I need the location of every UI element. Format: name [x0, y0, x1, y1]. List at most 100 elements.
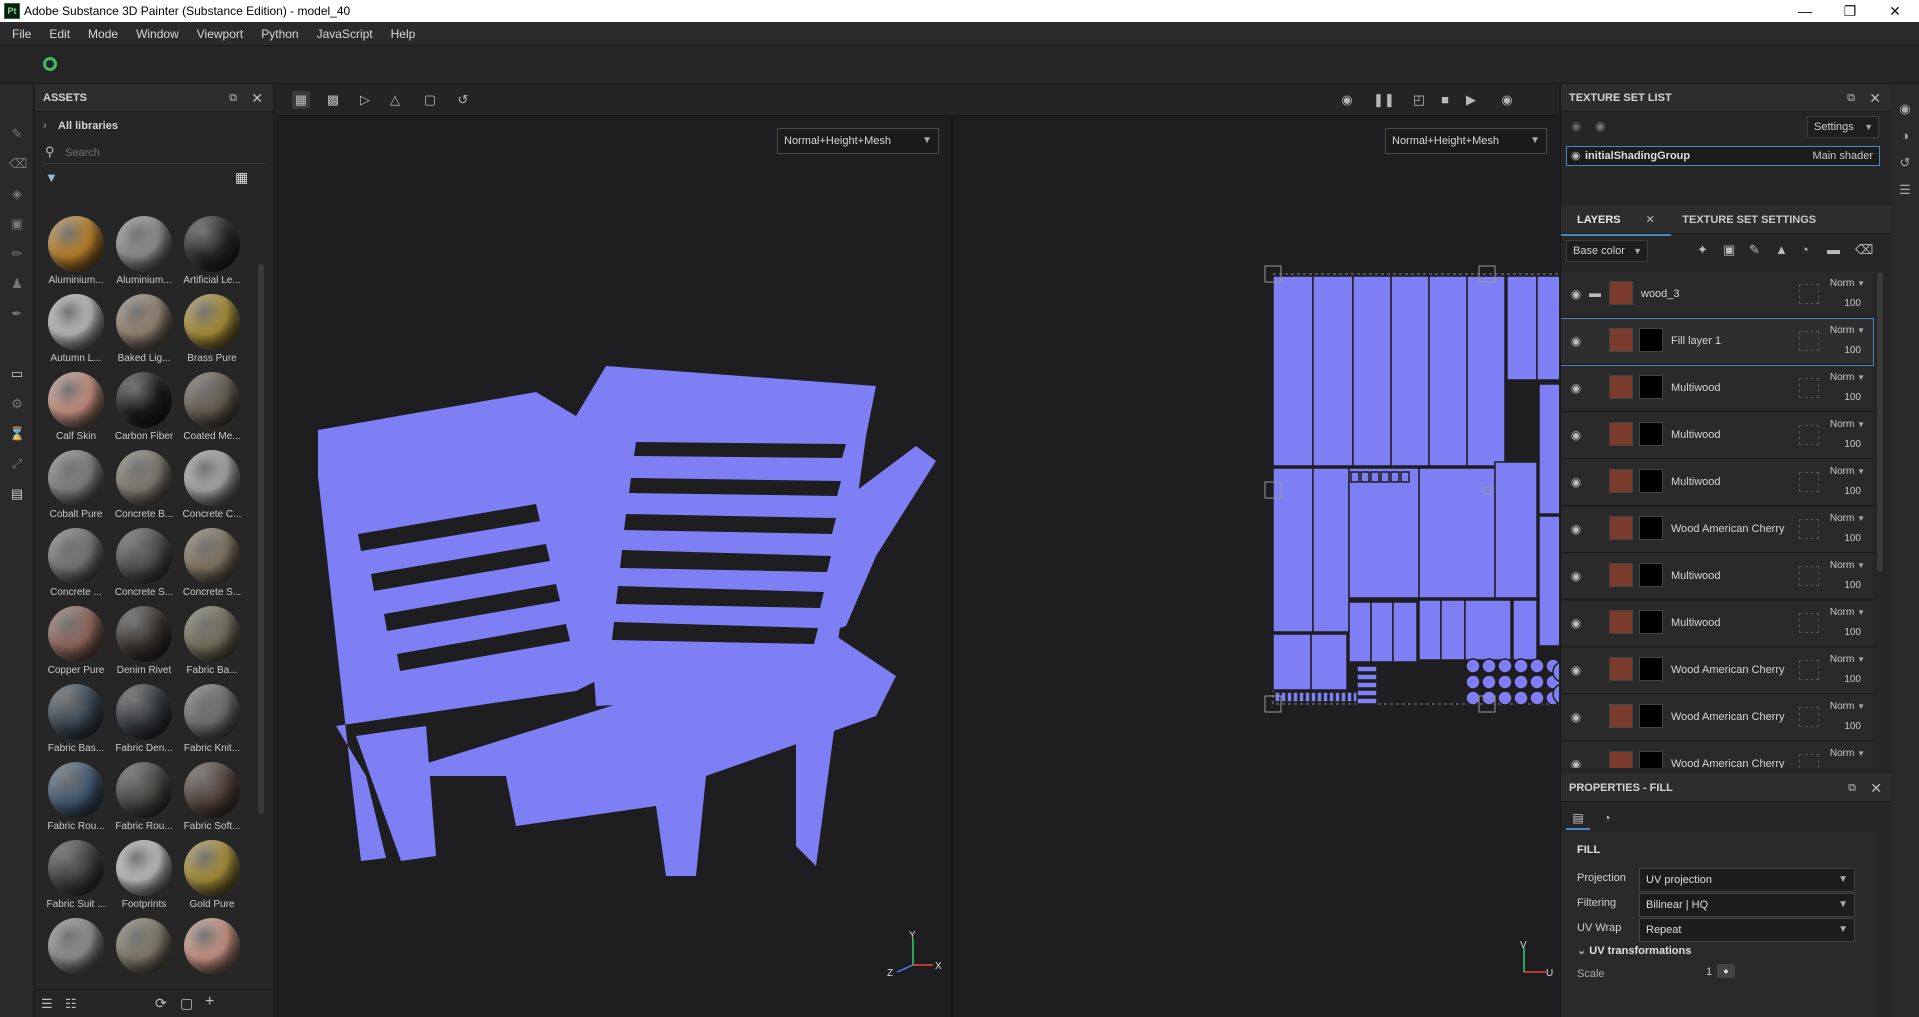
menu-edit[interactable]: Edit — [40, 22, 79, 46]
settings-select[interactable]: Settings ▼ — [1807, 116, 1879, 138]
layer-mask-slot[interactable] — [1799, 707, 1819, 727]
visibility-eye-icon[interactable]: ◉ — [1569, 428, 1583, 442]
asset-tile[interactable]: Carbon Fiber — [111, 372, 177, 450]
screenshot-icon[interactable]: ◉ — [1498, 91, 1516, 109]
mirror-y-icon[interactable]: △ — [386, 91, 404, 109]
material-tab-icon[interactable]: ◔ — [1595, 806, 1619, 830]
asset-tile[interactable]: Baked Lig... — [111, 294, 177, 372]
magic-wand-icon[interactable]: ✦ — [1697, 242, 1708, 258]
layer-row[interactable]: ◉ Multiwood Norm ▼ 100 — [1561, 413, 1873, 459]
view-uv[interactable] — [953, 116, 1559, 1017]
blend-mode-select[interactable]: Norm ▼ — [1830, 654, 1865, 665]
add-mask-icon[interactable]: ◔ — [1801, 242, 1809, 257]
visibility-eye-icon[interactable]: ◉ — [1569, 334, 1583, 348]
asset-tile[interactable]: Copper Pure — [43, 606, 109, 684]
layer-row[interactable]: ◉ Wood American Cherry Norm ▼ — [1561, 742, 1873, 768]
opacity-value[interactable]: 100 — [1844, 721, 1861, 732]
scale-value[interactable]: 1 — [1706, 966, 1712, 978]
asset-tile[interactable]: Denim Rivet — [111, 606, 177, 684]
asset-tile[interactable]: Brass Pure — [179, 294, 245, 372]
asset-tile[interactable]: Concrete S... — [111, 528, 177, 606]
texture-set-row[interactable]: ◉ initialShadingGroup Main shader — [1566, 146, 1880, 166]
menu-viewport[interactable]: Viewport — [188, 22, 252, 46]
visibility-eye-icon[interactable]: ◉ — [1569, 710, 1583, 724]
layer-mask-slot[interactable] — [1799, 378, 1819, 398]
layer-mask-slot[interactable] — [1799, 566, 1819, 586]
sync-icon[interactable] — [43, 57, 57, 71]
filter-icon[interactable]: ▼ — [45, 170, 58, 185]
asset-tile[interactable]: Footprints — [111, 840, 177, 918]
blend-mode-select[interactable]: Norm ▼ — [1830, 325, 1865, 336]
smudge-icon[interactable]: ✏ — [9, 246, 25, 262]
video-camera-icon[interactable]: ▶ — [1462, 91, 1480, 109]
single-view-icon[interactable]: ▦ — [292, 91, 310, 109]
hide-icon[interactable]: ◉ — [1338, 91, 1356, 109]
polygon-fill-icon[interactable]: ▭ — [9, 366, 25, 382]
layer-row[interactable]: ◉ Fill layer 1 Norm ▼ 100 — [1561, 318, 1874, 366]
split-view-icon[interactable]: ▩ — [324, 91, 342, 109]
camera-sidebar-icon[interactable]: ▤ — [9, 486, 25, 502]
visibility-eye-icon[interactable]: ◉ — [1569, 381, 1583, 395]
visibility-eye-icon[interactable]: ◉ — [1569, 475, 1583, 489]
blend-mode-select[interactable]: Norm ▼ — [1830, 701, 1865, 712]
paint-brush-icon[interactable]: ✎ — [9, 126, 25, 142]
add-fill-layer-icon[interactable]: ▲ — [1775, 242, 1788, 257]
projection-select[interactable]: UV projection ▼ — [1639, 868, 1855, 892]
visibility-eye-icon[interactable]: ◉ — [1569, 757, 1583, 768]
eye-off-icon[interactable]: ◉ — [1571, 119, 1581, 133]
visibility-eye-icon[interactable]: ◉ — [1569, 616, 1583, 630]
history-icon[interactable]: ↺ — [454, 91, 472, 109]
lock-icon[interactable]: ● — [1717, 964, 1735, 978]
layer-mask-slot[interactable] — [1799, 472, 1819, 492]
opacity-value[interactable]: 100 — [1844, 439, 1861, 450]
layer-mask-slot[interactable] — [1799, 331, 1819, 351]
blend-mode-select[interactable]: Norm ▼ — [1830, 419, 1865, 430]
opacity-value[interactable]: 100 — [1844, 298, 1861, 309]
bake-icon[interactable]: ⚙ — [9, 396, 25, 412]
display-settings-icon[interactable]: ◉ — [1897, 101, 1913, 117]
grid-view-icon[interactable]: ▦ — [235, 169, 251, 185]
filtering-select[interactable]: Bilinear | HQ ▼ — [1639, 893, 1855, 917]
asset-tile[interactable]: Fabric Suit ... — [43, 840, 109, 918]
asset-tile[interactable]: Aluminium... — [111, 216, 177, 294]
display-mode-icon[interactable]: ◰ — [1410, 91, 1428, 109]
layer-mask-slot[interactable] — [1799, 754, 1819, 768]
opacity-value[interactable]: 100 — [1844, 533, 1861, 544]
asset-tile[interactable]: Fabric Den... — [111, 684, 177, 762]
opacity-value[interactable]: 100 — [1844, 392, 1861, 403]
fill-tab-icon[interactable]: ▤ — [1566, 806, 1590, 830]
blend-mode-select[interactable]: Norm ▼ — [1830, 560, 1865, 571]
asset-tile[interactable]: Concrete S... — [179, 528, 245, 606]
refresh-icon[interactable]: ⟳ — [155, 995, 167, 1012]
texture-set-shader[interactable]: Main shader — [1812, 147, 1873, 165]
visibility-eye-icon[interactable]: ◉ — [1569, 569, 1583, 583]
add-paint-layer-icon[interactable]: ✎ — [1749, 242, 1760, 258]
clone-stamp-icon[interactable]: ♟ — [9, 276, 25, 292]
float-panel-icon[interactable]: ⧉ — [1848, 774, 1856, 802]
search-input[interactable] — [65, 144, 255, 162]
menu-window[interactable]: Window — [127, 22, 188, 46]
visibility-eye-icon[interactable]: ◉ — [1569, 287, 1583, 301]
import-icon[interactable]: ▢ — [180, 995, 193, 1012]
add-effect-icon[interactable]: ▣ — [1723, 242, 1735, 258]
menu-file[interactable]: File — [0, 22, 40, 46]
visibility-eye-icon[interactable]: ◉ — [1569, 522, 1583, 536]
layer-row[interactable]: ◉ Wood American Cherry Norm ▼ 100 — [1561, 648, 1873, 694]
asset-tile[interactable]: Artificial Le... — [179, 216, 245, 294]
blend-mode-select[interactable]: Norm ▼ — [1830, 607, 1865, 618]
tab-texture-set-settings[interactable]: TEXTURE SET SETTINGS — [1674, 206, 1824, 234]
asset-search[interactable]: ⚲ — [43, 142, 265, 164]
log-icon[interactable]: ☰ — [1897, 182, 1913, 198]
asset-tile[interactable]: Calf Skin — [43, 372, 109, 450]
menu-javascript[interactable]: JavaScript — [308, 22, 382, 46]
pause-icon[interactable]: ❚❚ — [1373, 91, 1395, 109]
color-picker-icon[interactable]: ✒ — [9, 306, 25, 322]
asset-tile[interactable]: Fabric Soft... — [179, 762, 245, 840]
visibility-eye-icon[interactable]: ◉ — [1569, 663, 1583, 677]
view-3d[interactable] — [276, 116, 951, 1017]
visibility-icon[interactable]: ◉ — [1571, 147, 1581, 165]
asset-tile[interactable]: Concrete ... — [43, 528, 109, 606]
minimize-button[interactable]: — — [1785, 2, 1825, 20]
eye-icon[interactable]: ◉ — [1595, 119, 1605, 133]
eraser-icon[interactable]: ⌫ — [9, 156, 27, 172]
